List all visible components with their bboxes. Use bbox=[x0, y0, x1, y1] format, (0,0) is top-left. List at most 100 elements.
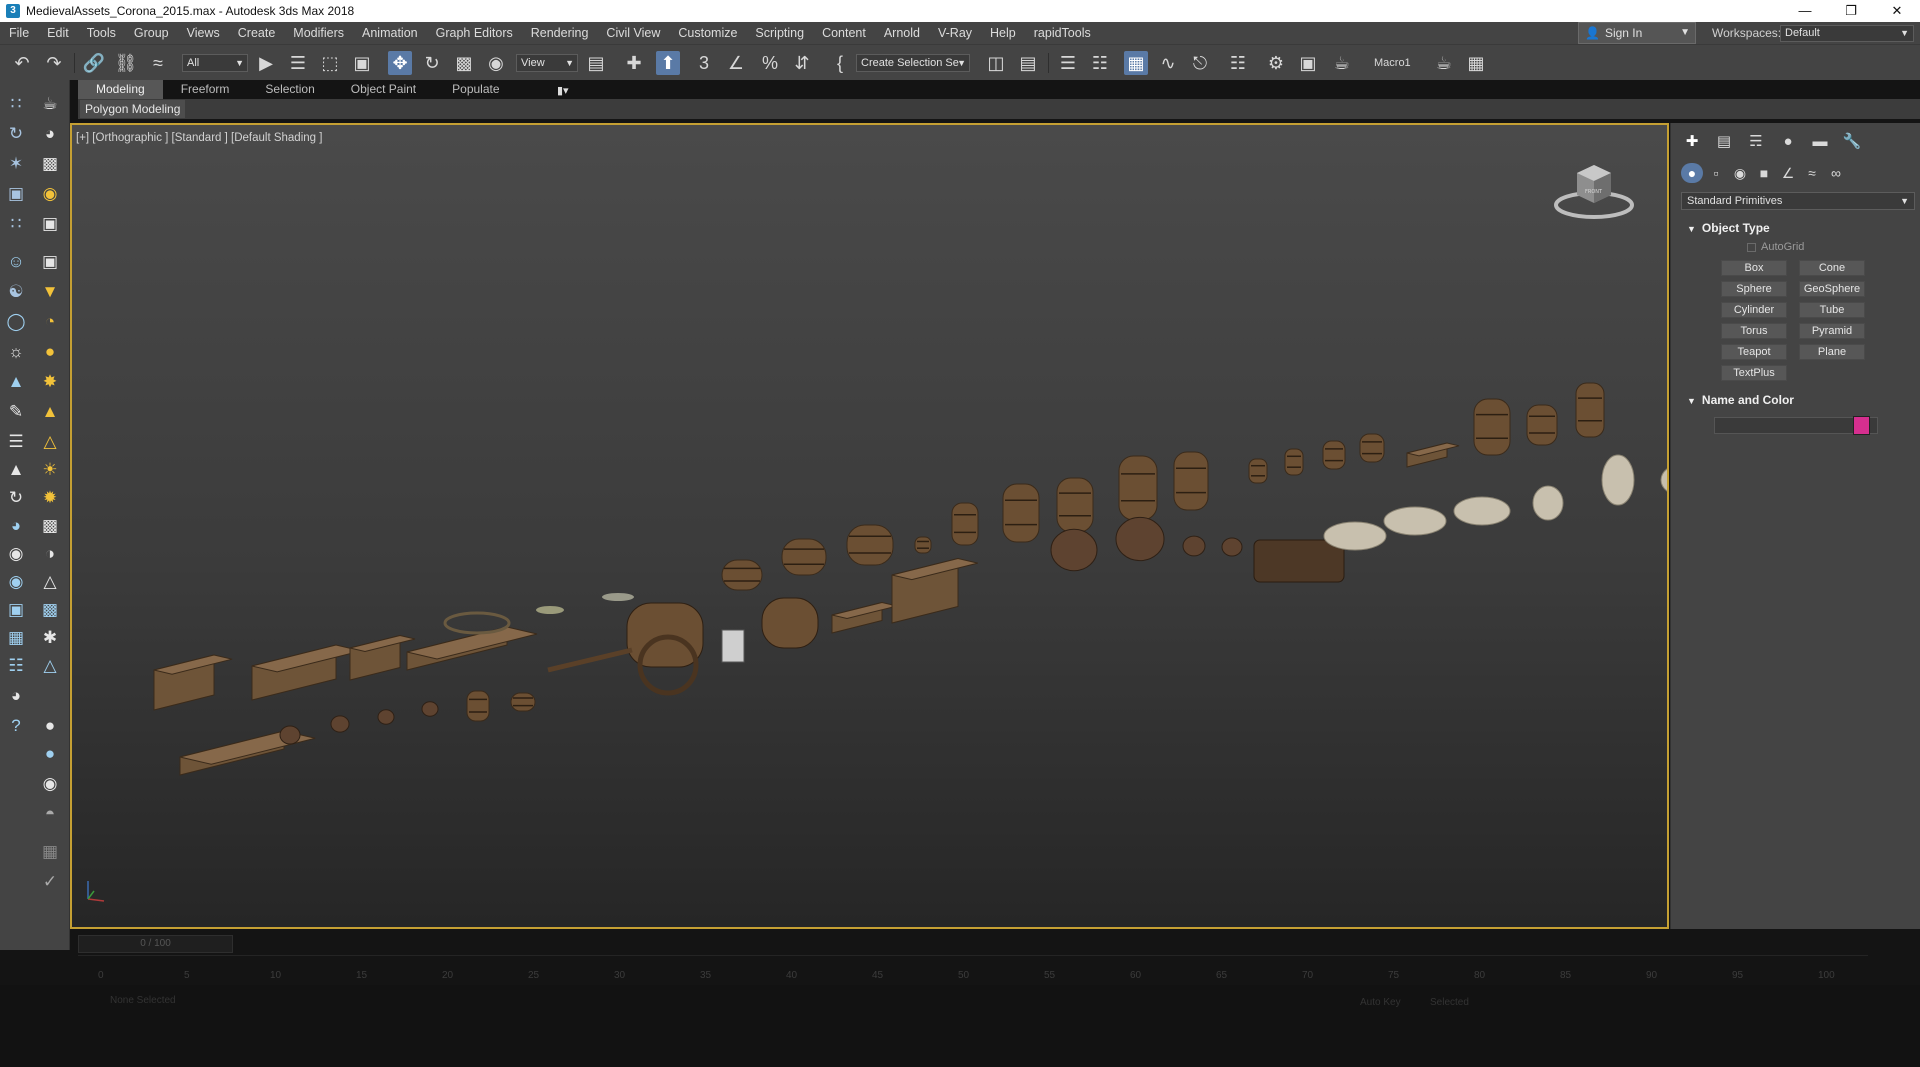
bind-space-warp-icon[interactable]: ≈ bbox=[146, 51, 170, 75]
lock-icon[interactable]: ▩ bbox=[38, 598, 62, 622]
menu-tools[interactable]: Tools bbox=[78, 22, 125, 44]
barrel-asset[interactable] bbox=[1248, 458, 1268, 484]
sunlight-icon[interactable]: ☀ bbox=[38, 458, 62, 482]
light-bulb-icon[interactable]: ◉ bbox=[38, 182, 62, 206]
render-teapot-icon[interactable]: ☕ bbox=[1432, 51, 1456, 75]
menu-civil-view[interactable]: Civil View bbox=[597, 22, 669, 44]
menu-content[interactable]: Content bbox=[813, 22, 875, 44]
material-group-icon[interactable]: ● bbox=[38, 742, 62, 766]
unlink-icon[interactable]: ⛓ bbox=[114, 51, 138, 75]
layout-icon[interactable]: ▣ bbox=[4, 598, 28, 622]
layer-explorer-icon[interactable]: ☷ bbox=[1088, 51, 1112, 75]
barrel-asset[interactable] bbox=[721, 559, 763, 591]
spinner-snap-icon[interactable]: ⇵ bbox=[790, 51, 814, 75]
menu-edit[interactable]: Edit bbox=[38, 22, 78, 44]
barrel-asset[interactable] bbox=[781, 538, 827, 576]
tab-freeform[interactable]: Freeform bbox=[163, 80, 248, 99]
light-icon[interactable]: ◉ bbox=[4, 570, 28, 594]
trackbar[interactable]: 0 5 10 15 20 25 30 35 40 45 50 55 60 65 70 75 80 85 90 95 10… bbox=[78, 955, 1868, 985]
menu-file[interactable]: File bbox=[0, 22, 38, 44]
sphere-button[interactable]: Sphere bbox=[1721, 281, 1787, 297]
paint-palette-icon[interactable]: ◉ bbox=[38, 772, 62, 796]
sack-asset[interactable] bbox=[1601, 454, 1635, 506]
rope-coil-asset[interactable] bbox=[443, 611, 511, 635]
sack-asset[interactable] bbox=[1660, 463, 1669, 497]
macro-label[interactable]: Macro1 bbox=[1374, 51, 1411, 75]
cube-icon[interactable]: ▩ bbox=[38, 514, 62, 538]
hierarchy-tab-icon[interactable]: ☴ bbox=[1745, 131, 1767, 153]
globe-icon[interactable]: ◕ bbox=[4, 514, 28, 538]
barrel-asset[interactable] bbox=[1284, 448, 1304, 476]
vray-logo-icon[interactable]: ✓ bbox=[38, 870, 62, 894]
percent-snap-icon[interactable]: % bbox=[758, 51, 782, 75]
menu-animation[interactable]: Animation bbox=[353, 22, 427, 44]
spacewarps-category-icon[interactable]: ≈ bbox=[1801, 163, 1823, 183]
selection-filter-dropdown[interactable]: All ▼ bbox=[182, 54, 248, 72]
name-and-color-rollout[interactable]: ▼ Name and Color bbox=[1681, 391, 1915, 409]
ies-light-icon[interactable]: ▲ bbox=[38, 400, 62, 424]
menu-vray[interactable]: V-Ray bbox=[929, 22, 981, 44]
undo-icon[interactable]: ↶ bbox=[10, 51, 34, 75]
menu-create[interactable]: Create bbox=[229, 22, 285, 44]
angle-snap-icon[interactable]: ∠ bbox=[724, 51, 748, 75]
align-icon[interactable]: ▤ bbox=[1016, 51, 1040, 75]
tree-icon[interactable]: ▲ bbox=[4, 370, 28, 394]
barrel-asset[interactable] bbox=[914, 536, 932, 554]
material-editor-icon[interactable]: ☷ bbox=[1226, 51, 1250, 75]
palette-icon[interactable]: ◉ bbox=[4, 542, 28, 566]
named-selection-sets-dropdown[interactable]: Create Selection Se ▼ bbox=[856, 54, 970, 72]
tube-button[interactable]: Tube bbox=[1799, 302, 1865, 318]
teapot-icon[interactable]: ☕ bbox=[38, 92, 62, 116]
refresh-icon[interactable]: ↻ bbox=[4, 486, 28, 510]
minimize-button[interactable]: — bbox=[1782, 0, 1828, 22]
menu-rendering[interactable]: Rendering bbox=[522, 22, 598, 44]
people-icon[interactable]: ☺ bbox=[4, 250, 28, 274]
menu-graph-editors[interactable]: Graph Editors bbox=[427, 22, 522, 44]
plane-button[interactable]: Plane bbox=[1799, 344, 1865, 360]
helpers-category-icon[interactable]: ∠ bbox=[1777, 163, 1799, 183]
barrel-asset[interactable] bbox=[1322, 440, 1346, 470]
pot-asset[interactable] bbox=[377, 709, 395, 725]
pot-asset[interactable] bbox=[330, 715, 350, 733]
sack-asset[interactable] bbox=[1383, 506, 1447, 536]
window-crossing-icon[interactable]: ▣ bbox=[350, 51, 374, 75]
select-by-name-icon[interactable]: ☰ bbox=[286, 51, 310, 75]
teapot-button[interactable]: Teapot bbox=[1721, 344, 1787, 360]
systems-category-icon[interactable]: ∞ bbox=[1825, 163, 1847, 183]
menu-views[interactable]: Views bbox=[178, 22, 229, 44]
snaps-toggle-icon[interactable]: 3 bbox=[692, 51, 716, 75]
rendered-frame-window-icon[interactable]: ▣ bbox=[1296, 51, 1320, 75]
link-edit-icon[interactable]: ▣ bbox=[4, 182, 28, 206]
hierarchy-icon[interactable]: ∷ bbox=[4, 212, 28, 236]
measure-icon[interactable]: △ bbox=[38, 570, 62, 594]
pot-asset[interactable] bbox=[1182, 535, 1206, 557]
selected-dropdown[interactable]: Selected bbox=[1430, 997, 1469, 1008]
viewcube-icon[interactable]: FRONT bbox=[1549, 153, 1639, 223]
pot-asset[interactable] bbox=[1115, 516, 1165, 562]
pot-asset[interactable] bbox=[421, 701, 439, 717]
cylinder-button[interactable]: Cylinder bbox=[1721, 302, 1787, 318]
fish-asset[interactable] bbox=[602, 593, 634, 601]
render-production-icon[interactable]: ☕ bbox=[1330, 51, 1354, 75]
list-icon[interactable]: ☰ bbox=[4, 430, 28, 454]
mirror-icon[interactable]: ◫ bbox=[984, 51, 1008, 75]
cone-button[interactable]: Cone bbox=[1799, 260, 1865, 276]
restore-button[interactable]: ❐ bbox=[1828, 0, 1874, 22]
autogrid-checkbox[interactable]: AutoGrid bbox=[1747, 241, 1804, 253]
barrel-asset[interactable] bbox=[1173, 451, 1209, 511]
crowd-icon[interactable]: ☯ bbox=[4, 280, 28, 304]
gizmo-icon[interactable]: ✶ bbox=[4, 152, 28, 176]
tab-selection[interactable]: Selection bbox=[247, 80, 332, 99]
sphere-light-icon[interactable]: ● bbox=[38, 340, 62, 364]
perspective-viewport[interactable]: [+] [Orthographic ] [Standard ] [Default… bbox=[70, 123, 1669, 929]
sky-icon[interactable]: ✹ bbox=[38, 486, 62, 510]
render-setup-icon[interactable]: ⚙ bbox=[1264, 51, 1288, 75]
barrel-asset[interactable] bbox=[846, 524, 894, 566]
redo-icon[interactable]: ↷ bbox=[42, 51, 66, 75]
treasure-chest-asset[interactable] bbox=[1253, 539, 1345, 583]
edit-named-selection-icon[interactable]: { bbox=[828, 51, 852, 75]
tab-object-paint[interactable]: Object Paint bbox=[333, 80, 434, 99]
pot-asset[interactable] bbox=[1221, 537, 1243, 557]
create-geometry-icon[interactable]: ∷ bbox=[4, 92, 28, 116]
dome-light-icon[interactable]: ◔ bbox=[38, 310, 62, 334]
